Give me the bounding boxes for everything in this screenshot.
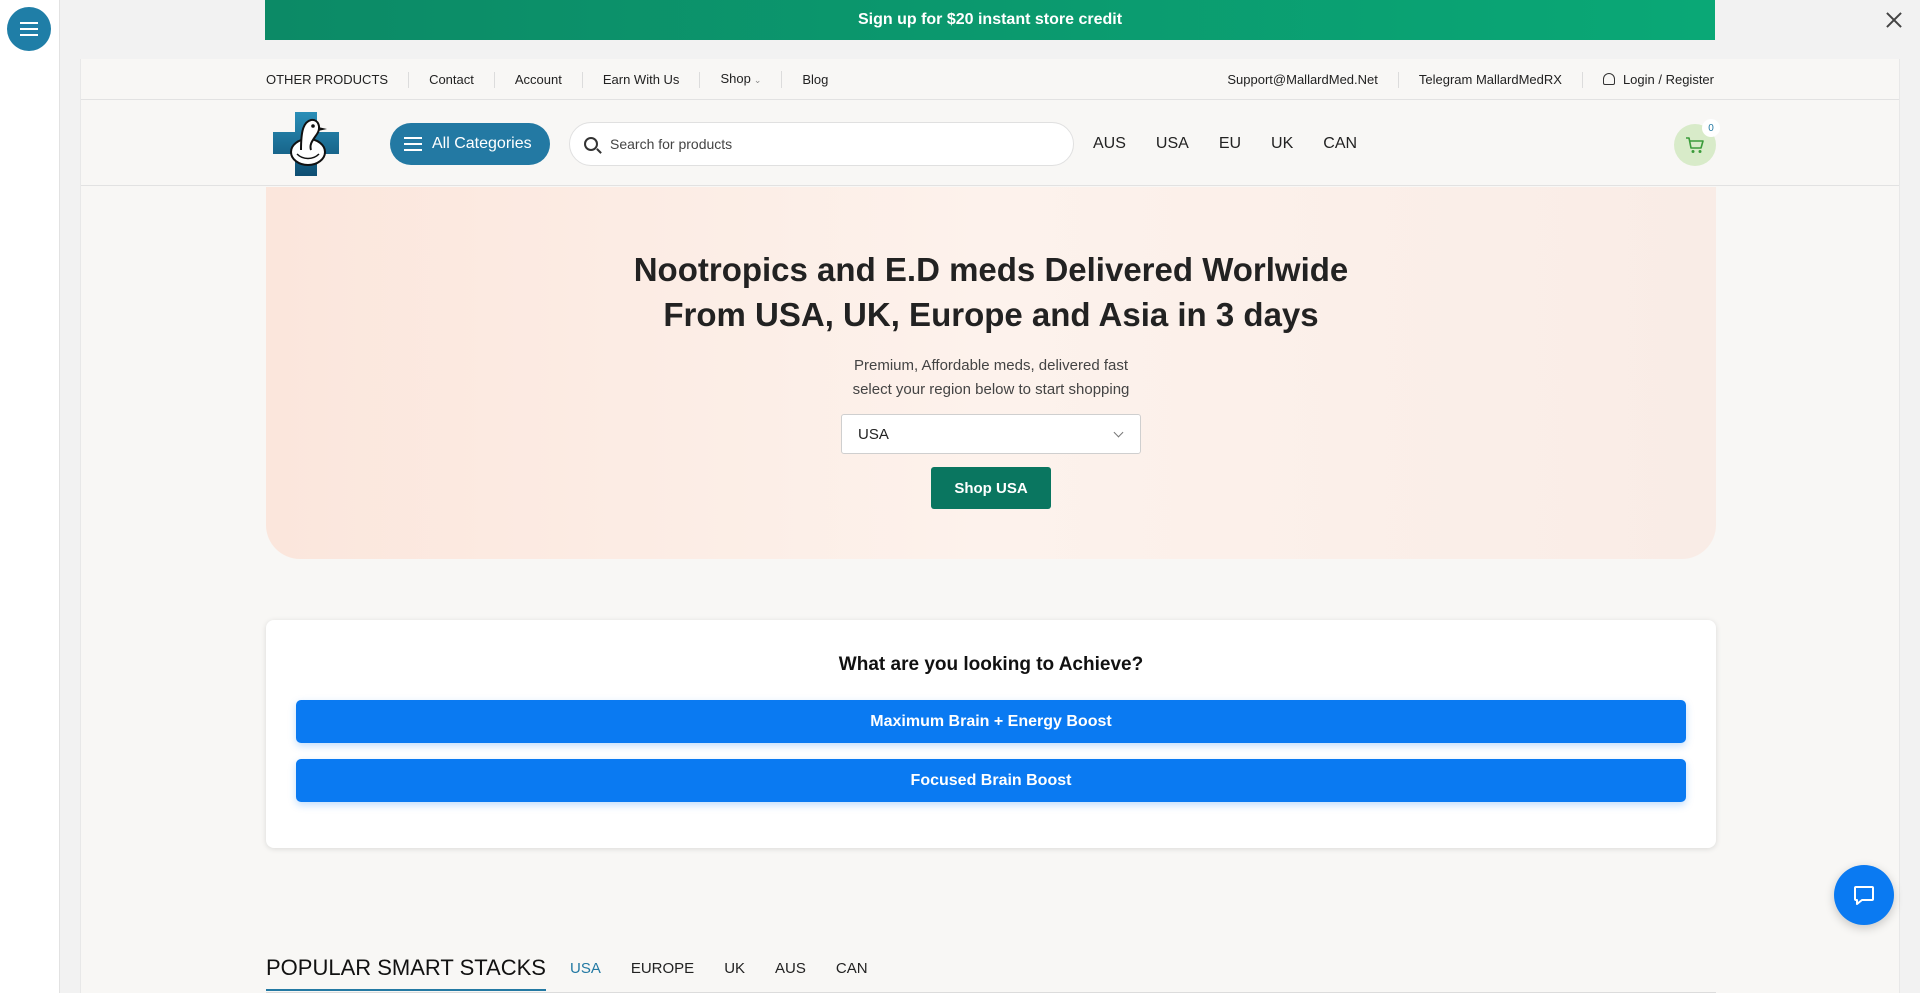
tab-usa[interactable]: USA [570,960,601,977]
chevron-down-icon: ⌄ [753,75,762,85]
menu-icon[interactable] [7,7,51,51]
util-blog[interactable]: Blog [782,72,848,88]
hero-subtitle: Premium, Affordable meds, delivered fast… [266,354,1716,402]
popular-stacks-header: POPULAR SMART STACKS USA EUROPE UK AUS C… [266,955,1716,993]
hero-title-line-1: Nootropics and E.D meds Delivered Worlwi… [633,251,1349,288]
login-label: Login / Register [1622,71,1714,87]
user-icon [1602,72,1615,85]
support-email-link[interactable]: Support@MallardMed.Net [1207,71,1399,88]
region-link-aus[interactable]: AUS [1093,135,1126,153]
tab-can[interactable]: CAN [836,960,868,977]
tab-aus[interactable]: AUS [775,960,806,977]
telegram-link[interactable]: Telegram MallardMedRX [1399,71,1583,88]
search-icon [584,137,598,151]
logo-duck-icon [273,112,339,176]
cart-icon [1686,137,1704,153]
region-links: AUS USA EU UK CAN [1093,128,1357,160]
goal-max-brain-energy-button[interactable]: Maximum Brain + Energy Boost [296,700,1686,743]
util-contact[interactable]: Contact [409,71,495,88]
region-select-value: USA [858,425,889,443]
hero-title: Nootropics and E.D meds Delivered Worlwi… [266,247,1716,337]
menu-icon [404,143,422,145]
hero-subtitle-line-2: select your region below to start shoppi… [852,381,1130,398]
chat-button[interactable] [1834,865,1894,925]
shop-region-button[interactable]: Shop USA [931,467,1051,509]
popular-stacks-title: POPULAR SMART STACKS [266,955,546,991]
region-link-uk[interactable]: UK [1271,135,1293,153]
tab-europe[interactable]: EUROPE [631,960,694,977]
hero-subtitle-line-1: Premium, Affordable meds, delivered fast [853,357,1129,374]
region-link-usa[interactable]: USA [1156,135,1189,153]
page: OTHER PRODUCTS Contact Account Earn With… [80,59,1900,993]
region-select[interactable]: USA [841,414,1141,454]
util-shop[interactable]: Shop ⌄ [700,71,783,88]
all-categories-label: All Categories [432,135,532,152]
main-header: All Categories AUS USA EU UK CAN 0 [81,100,1899,186]
utility-bar: OTHER PRODUCTS Contact Account Earn With… [81,59,1899,100]
promo-banner-text: Sign up for $20 instant store credit [857,11,1123,28]
close-icon[interactable] [1882,8,1906,32]
search-input[interactable] [610,136,1040,152]
popular-stacks-tabs: USA EUROPE UK AUS CAN [570,960,898,977]
utility-nav: OTHER PRODUCTS Contact Account Earn With… [266,59,848,100]
search-bar [569,122,1074,166]
utility-contact: Support@MallardMed.Net Telegram MallardM… [1207,59,1714,100]
util-shop-label: Shop [720,71,751,86]
logo[interactable] [271,110,341,178]
hero-title-line-2: From USA, UK, Europe and Asia in 3 days [663,296,1319,333]
region-link-eu[interactable]: EU [1219,135,1241,153]
chevron-down-icon [1113,427,1124,438]
util-earn-with-us[interactable]: Earn With Us [583,71,701,88]
achieve-title: What are you looking to Achieve? [838,654,1144,675]
util-other-products[interactable]: OTHER PRODUCTS [266,71,410,88]
achieve-card: What are you looking to Achieve? Maximum… [266,620,1716,848]
util-account[interactable]: Account [495,71,583,88]
login-register-link[interactable]: Login / Register [1583,72,1714,88]
left-rail [0,0,60,993]
promo-banner[interactable]: Sign up for $20 instant store credit [265,0,1715,40]
cart-count-badge: 0 [1702,119,1720,137]
goal-focused-brain-button[interactable]: Focused Brain Boost [296,759,1686,802]
all-categories-button[interactable]: All Categories [390,123,550,165]
chat-icon [1854,886,1874,905]
hero-section: Nootropics and E.D meds Delivered Worlwi… [266,187,1716,559]
region-link-can[interactable]: CAN [1323,135,1357,153]
tab-uk[interactable]: UK [724,960,745,977]
